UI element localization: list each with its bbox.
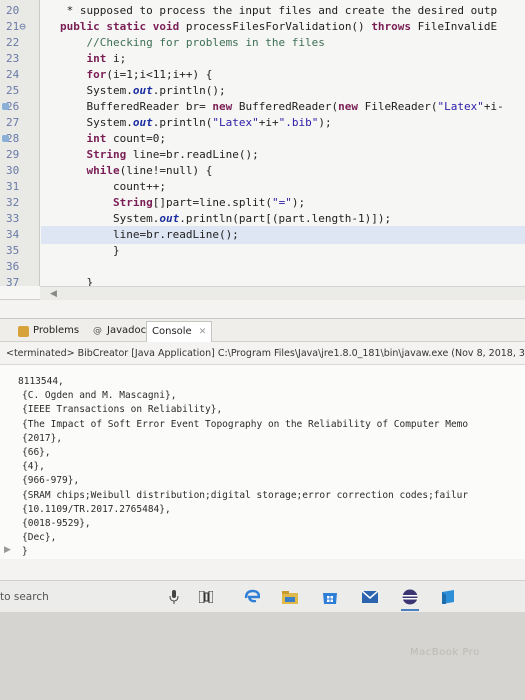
console-output-line: {SRAM chips;Weibull distribution;digital… — [22, 489, 469, 501]
console-output-line: {0018-9529}, — [22, 518, 91, 529]
console-output[interactable]: 8113544, {C. Ogden and M. Mascagni}, {IEEE… — [0, 364, 525, 559]
tab-console[interactable]: Console ✕ — [146, 321, 213, 342]
line-number: 37 — [6, 276, 20, 289]
taskbar-search-input[interactable]: to search — [0, 589, 49, 605]
code-editor[interactable]: 20 21⊖ 22 23 24 25 26 27 28 29 30 31 32 33 34 35 36 37 * … — [0, 0, 525, 300]
mail-icon[interactable] — [362, 589, 378, 605]
console-output-line: 8113544, — [18, 376, 64, 387]
scroll-left-icon[interactable]: ◀ — [50, 287, 57, 301]
console-output-line: {IEEE Transactions on Reliability}, — [22, 404, 223, 416]
tab-javadoc[interactable]: @ Javadoc — [92, 323, 146, 339]
eclipse-app-icon[interactable] — [401, 589, 419, 611]
close-icon[interactable]: ✕ — [199, 324, 207, 340]
file-explorer-icon[interactable] — [282, 589, 298, 605]
microphone-icon[interactable] — [166, 589, 182, 605]
tab-javadoc-label: Javadoc — [107, 325, 147, 336]
tab-problems-label: Problems — [33, 325, 80, 336]
warning-icon — [18, 325, 29, 337]
console-output-line: {The Impact of Soft Error Event Topograp… — [22, 418, 469, 430]
console-output-line: {C. Ogden and M. Mascagni}, — [22, 390, 177, 402]
line-number-gutter: 20 21⊖ 22 23 24 25 26 27 28 29 30 31 32 33 34 35 36 37 — [0, 0, 40, 289]
console-output-line: {2017}, — [22, 432, 63, 444]
console-output-line: } — [22, 546, 28, 558]
console-output-line: {4}, — [22, 461, 45, 473]
console-output-line: {Dec}, — [22, 532, 57, 544]
windows-taskbar: to search — [0, 580, 525, 612]
store-icon[interactable] — [322, 589, 338, 605]
task-view-icon[interactable] — [198, 589, 214, 605]
console-output-line: {66}, — [22, 447, 51, 458]
code-line[interactable]: } — [60, 242, 120, 260]
laptop-brand-logo: MacBook Pro — [410, 647, 480, 658]
at-sign-icon: @ — [93, 325, 102, 336]
tab-console-label: Console — [152, 326, 192, 337]
bottom-panel-tabbar: Problems @ Javadoc Console ✕ — [0, 318, 525, 342]
console-output-line: {10.1109/TR.2017.2765484}, — [22, 503, 171, 515]
edge-browser-icon[interactable] — [244, 589, 260, 605]
console-output-line: {966-979}, — [22, 475, 80, 487]
active-app-indicator — [401, 609, 419, 611]
generic-app-icon[interactable] — [440, 589, 456, 605]
tab-problems[interactable]: Problems — [18, 323, 79, 339]
horizontal-scrollbar[interactable]: ◀ — [40, 286, 525, 300]
console-status-line: <terminated> BibCreator [Java Applicatio… — [6, 348, 525, 359]
expand-arrow-icon[interactable]: ▶ — [4, 545, 11, 555]
screen: 20 21⊖ 22 23 24 25 26 27 28 29 30 31 32 33 34 35 36 37 * … — [0, 0, 525, 612]
laptop-bezel: MacBook Pro — [0, 612, 525, 700]
